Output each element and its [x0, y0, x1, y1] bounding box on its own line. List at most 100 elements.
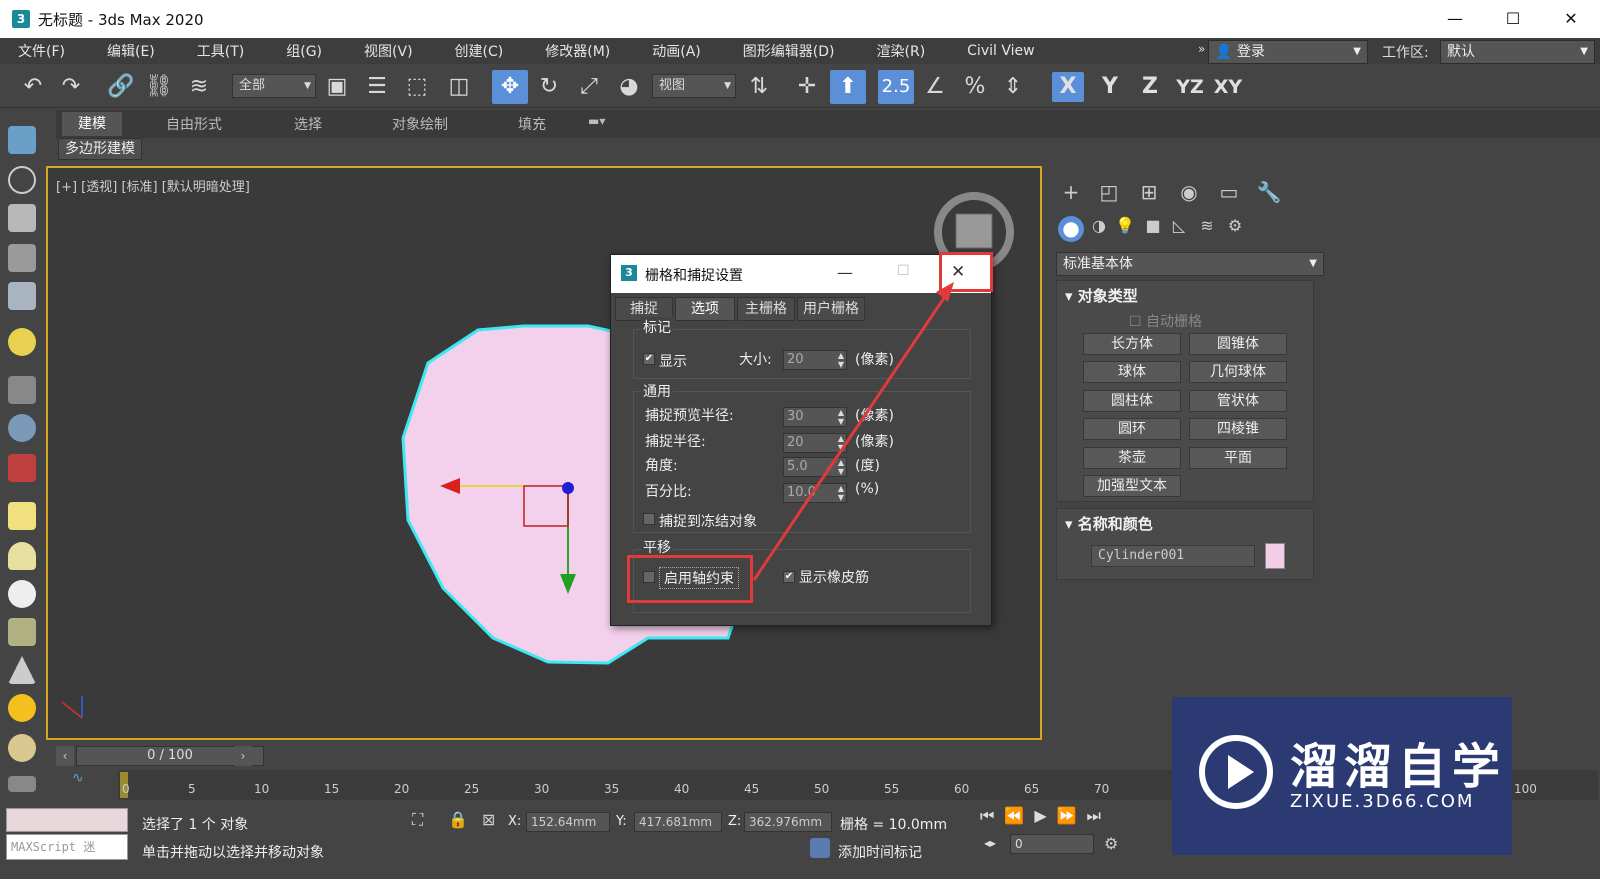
percent-spinner[interactable]: 10.0 ▲ ▼ — [783, 483, 847, 503]
motion-tab-icon[interactable]: ◉ — [1176, 180, 1202, 206]
select-and-move-icon[interactable]: ✥ — [492, 70, 528, 104]
undo-icon[interactable]: ↶ — [18, 72, 48, 102]
dialog-title-bar[interactable]: 3 栅格和捕捉设置 — ☐ ✕ — [611, 255, 991, 293]
ribbon-tab-selection[interactable]: 选择 — [294, 114, 322, 134]
redo-icon[interactable]: ↷ — [56, 72, 86, 102]
tab-home-grid[interactable]: 主栅格 — [737, 297, 795, 321]
time-next-icon[interactable]: › — [234, 746, 252, 766]
spinner-snap-icon[interactable]: ⇕ — [998, 72, 1028, 102]
menu-create[interactable]: 创建(C) — [437, 41, 504, 61]
shapes-icon[interactable]: ◑ — [1086, 216, 1112, 242]
teapot-primitive-icon[interactable] — [8, 618, 36, 646]
axis-x-button[interactable]: X — [1052, 72, 1084, 102]
cylinder-button[interactable]: 圆柱体 — [1083, 390, 1181, 412]
select-and-rotate-icon[interactable]: ↻ — [534, 72, 564, 102]
helpers-icon[interactable]: ◺ — [1166, 216, 1192, 242]
tube-button[interactable]: 管状体 — [1189, 390, 1287, 412]
time-config-icon[interactable]: ⚙ — [1104, 834, 1118, 853]
axis-yz-button[interactable]: YZ — [1174, 72, 1206, 102]
plane-button[interactable]: 平面 — [1189, 447, 1287, 469]
snap-radius-spinner[interactable]: 20 ▲ ▼ — [783, 433, 847, 453]
key-mode-icon[interactable]: ✛ — [792, 72, 822, 102]
autogrid-checkbox[interactable]: ☐ 自动栅格 — [1129, 311, 1202, 331]
angle-snap-icon[interactable]: ∠ — [920, 72, 950, 102]
selection-lock-icon[interactable]: ⬆ — [830, 70, 866, 104]
torus-button[interactable]: 圆环 — [1083, 418, 1181, 440]
menu-modifiers[interactable]: 修改器(M) — [527, 41, 610, 61]
select-by-name-icon[interactable]: ☰ — [362, 72, 392, 102]
spinner-arrows-icon[interactable]: ▲ ▼ — [838, 484, 844, 502]
lights-icon[interactable]: 💡 — [1112, 216, 1138, 242]
size-spinner[interactable]: 20 ▲ ▼ — [783, 350, 847, 370]
object-name-field[interactable]: Cylinder001 — [1091, 545, 1255, 567]
box-button[interactable]: 长方体 — [1083, 333, 1181, 355]
playback-controls[interactable]: ⏮⏪▶⏩⏭ — [980, 806, 1111, 826]
hierarchy-tab-icon[interactable]: ⊞ — [1136, 180, 1162, 206]
rubber-band-checkbox[interactable]: ✔ — [783, 571, 795, 583]
workspace-dropdown[interactable]: 默认 ▼ — [1440, 40, 1595, 64]
percent-snap-icon[interactable]: % — [960, 72, 990, 102]
time-prev-icon[interactable]: ‹ — [56, 746, 74, 766]
menu-file[interactable]: 文件(F) — [0, 41, 65, 61]
sun-icon[interactable] — [8, 694, 36, 722]
geometry-icon[interactable]: ● — [1058, 216, 1084, 242]
minimize-icon[interactable]: — — [1426, 0, 1484, 38]
absolute-mode-icon[interactable]: ⊠ — [482, 810, 495, 829]
pyramid-button[interactable]: 四棱锥 — [1189, 418, 1287, 440]
tab-options[interactable]: 选项 — [675, 297, 735, 321]
maxscript-listener[interactable]: MAXScript 迷 — [6, 834, 128, 860]
film-icon[interactable] — [8, 454, 36, 482]
maximize-icon[interactable]: ☐ — [1484, 0, 1542, 38]
teapot-button[interactable]: 茶壶 — [1083, 447, 1181, 469]
ref-coord-dropdown[interactable]: 视图 ▼ — [652, 74, 736, 98]
systems-icon[interactable]: ⚙ — [1222, 216, 1248, 242]
menu-tools[interactable]: 工具(T) — [179, 41, 244, 61]
tab-user-grids[interactable]: 用户栅格 — [797, 297, 865, 321]
link-icon[interactable]: 🔗 — [106, 72, 136, 102]
cone-icon[interactable] — [8, 656, 36, 684]
menu-rendering[interactable]: 渲染(R) — [859, 41, 926, 61]
isolate-selection-icon[interactable]: ⛶ — [412, 810, 423, 830]
category-dropdown[interactable]: 标准基本体 ▼ — [1056, 252, 1324, 276]
ribbon-options-icon[interactable]: ▬▾ — [588, 114, 605, 128]
placement-icon[interactable]: ◕ — [614, 72, 644, 102]
axis-xy-button[interactable]: XY — [1212, 72, 1244, 102]
ribbon-tab-modeling[interactable]: 建模 — [62, 112, 122, 136]
select-and-scale-icon[interactable]: ⤢ — [574, 72, 604, 102]
y-coordinate[interactable]: 417.681mm — [634, 812, 722, 832]
menu-graph-editors[interactable]: 图形编辑器(D) — [725, 41, 835, 61]
spinner-arrows-icon[interactable]: ▲ ▼ — [838, 434, 844, 452]
bind-space-warp-icon[interactable]: ≋ — [184, 72, 214, 102]
add-time-tag[interactable]: 添加时间标记 — [838, 842, 922, 862]
selection-filter-dropdown[interactable]: 全部 ▼ — [232, 74, 316, 98]
light-icon[interactable] — [8, 328, 36, 356]
axis-y-button[interactable]: Y — [1094, 72, 1126, 102]
angle-spinner[interactable]: 5.0 ▲ ▼ — [783, 457, 847, 477]
particle-icon[interactable] — [8, 776, 36, 792]
ribbon-tab-populate[interactable]: 填充 — [518, 114, 546, 134]
material-ball-icon[interactable] — [8, 734, 36, 762]
scene-explorer-icon[interactable] — [8, 282, 36, 310]
render-frame-icon[interactable] — [8, 204, 36, 232]
textplus-button[interactable]: 加强型文本 — [1083, 475, 1181, 497]
key-filter-icon[interactable]: ◂▸ — [984, 836, 996, 850]
menu-group[interactable]: 组(G) — [268, 41, 322, 61]
object-type-header[interactable]: ▾ 对象类型 — [1065, 285, 1138, 306]
snap-frozen-checkbox[interactable] — [643, 513, 655, 525]
axis-z-button[interactable]: Z — [1134, 72, 1166, 102]
display-tab-icon[interactable]: ▭ — [1216, 180, 1242, 206]
pivot-center-icon[interactable]: ⇅ — [744, 72, 774, 102]
lock-icon[interactable]: 🔒 — [448, 810, 468, 829]
name-color-header[interactable]: ▾ 名称和颜色 — [1065, 513, 1153, 534]
menu-animation[interactable]: 动画(A) — [634, 41, 701, 61]
hemisphere-icon[interactable] — [8, 542, 36, 570]
menu-civil-view[interactable]: Civil View — [949, 43, 1034, 59]
cloud-icon[interactable] — [8, 166, 36, 194]
material-editor-icon[interactable] — [8, 244, 36, 272]
geosphere-button[interactable]: 几何球体 — [1189, 361, 1287, 383]
mini-listener-pink[interactable] — [6, 808, 128, 832]
unlink-icon[interactable]: ⛓ — [144, 72, 174, 102]
teapot-icon[interactable] — [8, 126, 36, 154]
close-icon[interactable]: ✕ — [1542, 0, 1600, 38]
spinner-arrows-icon[interactable]: ▲ ▼ — [838, 458, 844, 476]
